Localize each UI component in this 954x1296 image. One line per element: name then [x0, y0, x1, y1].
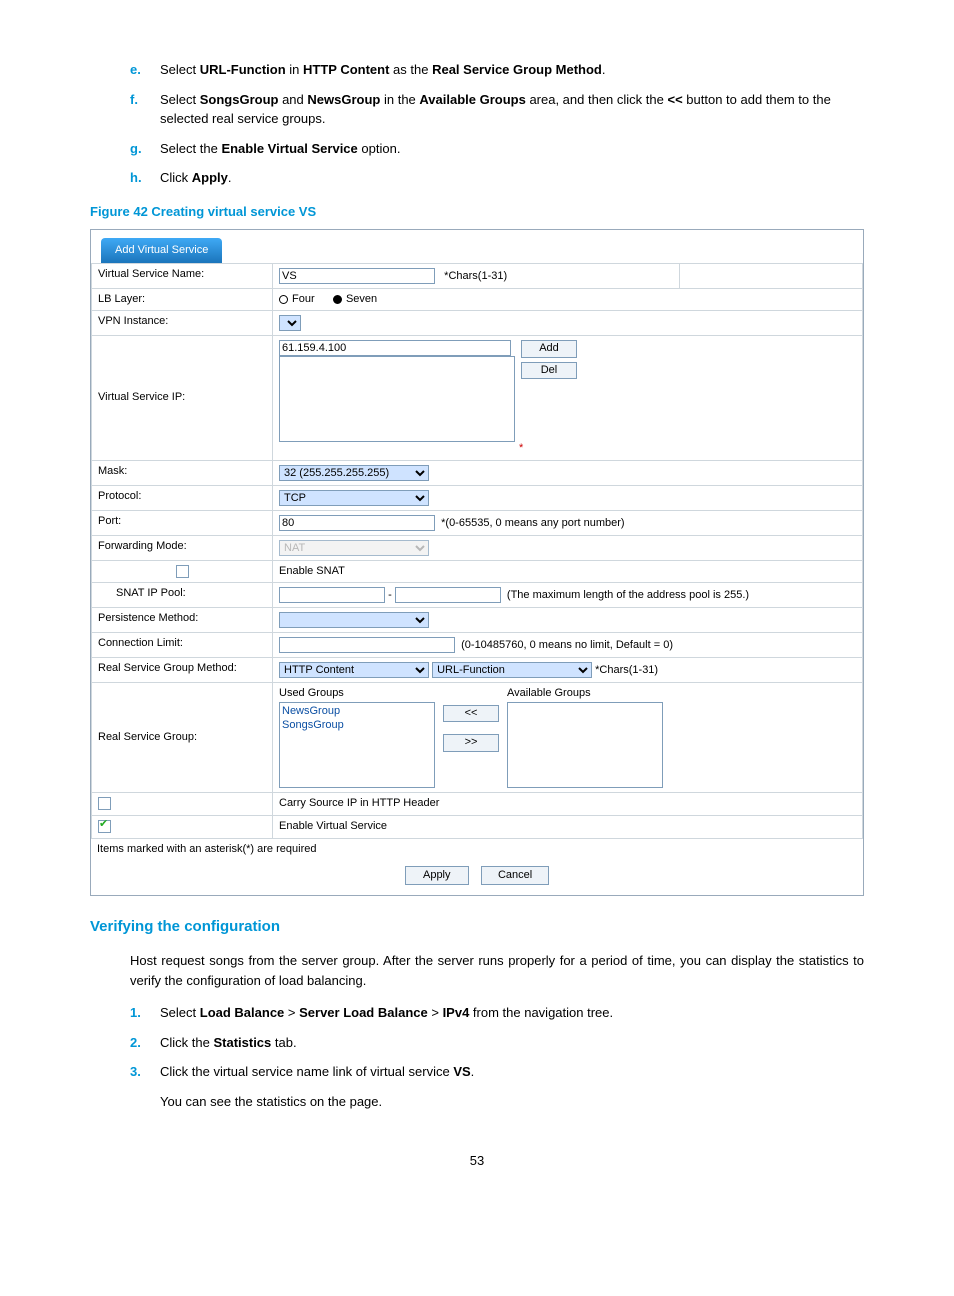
listbox-vip[interactable]: [279, 356, 515, 442]
input-connlimit[interactable]: [279, 637, 455, 653]
label-port: Port:: [92, 510, 273, 535]
checkbox-carry-source-ip[interactable]: [98, 797, 111, 810]
instruction-text: Select Load Balance > Server Load Balanc…: [160, 1003, 864, 1023]
select-persistence[interactable]: [279, 612, 429, 628]
hint-connlimit: (0-10485760, 0 means no limit, Default =…: [461, 639, 673, 651]
list-marker: f.: [130, 90, 160, 129]
del-button[interactable]: Del: [521, 362, 577, 379]
list-item[interactable]: SongsGroup: [282, 719, 432, 732]
list-marker: e.: [130, 60, 160, 80]
instruction-text: Select the Enable Virtual Service option…: [160, 139, 864, 159]
instruction-text: You can see the statistics on the page.: [160, 1092, 864, 1112]
hint-port: *(0-65535, 0 means any port number): [441, 517, 624, 529]
available-groups-header: Available Groups: [507, 687, 663, 700]
label-protocol: Protocol:: [92, 485, 273, 510]
select-protocol[interactable]: TCP: [279, 490, 429, 506]
input-port[interactable]: [279, 515, 435, 531]
label-snat-pool: SNAT IP Pool:: [92, 583, 273, 608]
list-marker: 3.: [130, 1062, 160, 1082]
input-snat-to[interactable]: [395, 587, 501, 603]
section-heading: Verifying the configuration: [90, 916, 864, 939]
list-item[interactable]: NewsGroup: [282, 705, 432, 718]
list-marker: 2.: [130, 1033, 160, 1053]
label-rsg: Real Service Group:: [92, 683, 273, 793]
instruction-list: 1. Select Load Balance > Server Load Bal…: [130, 1003, 864, 1111]
label-mask: Mask:: [92, 460, 273, 485]
radio-seven[interactable]: Seven: [333, 293, 377, 305]
instruction-text: Click the virtual service name link of v…: [160, 1062, 864, 1082]
input-vs-name[interactable]: [279, 268, 435, 284]
add-button[interactable]: Add: [521, 340, 577, 357]
required-note: Items marked with an asterisk(*) are req…: [91, 839, 863, 860]
apply-button[interactable]: Apply: [405, 866, 469, 885]
label-connlimit: Connection Limit:: [92, 633, 273, 658]
select-rsgm2[interactable]: URL-Function: [432, 662, 592, 678]
used-groups-header: Used Groups: [279, 687, 435, 700]
list-marker: g.: [130, 139, 160, 159]
tab-add-virtual-service[interactable]: Add Virtual Service: [101, 238, 222, 263]
hint-vs-name: *Chars(1-31): [444, 270, 507, 282]
label-lb-layer: LB Layer:: [92, 289, 273, 311]
paragraph: Host request songs from the server group…: [130, 951, 864, 990]
select-rsgm1[interactable]: HTTP Content: [279, 662, 429, 678]
move-left-button[interactable]: <<: [443, 705, 499, 722]
label-persistence: Persistence Method:: [92, 608, 273, 633]
select-fwd: NAT: [279, 540, 429, 556]
checkbox-enable-snat[interactable]: [176, 565, 189, 578]
radio-four[interactable]: Four: [279, 293, 315, 305]
form-panel: Add Virtual Service Virtual Service Name…: [90, 229, 864, 896]
page-number: 53: [90, 1151, 864, 1171]
input-snat-from[interactable]: [279, 587, 385, 603]
list-marker: h.: [130, 168, 160, 188]
checkbox-enable-virtual-service[interactable]: [98, 820, 111, 833]
hint-snat: (The maximum length of the address pool …: [507, 589, 749, 601]
label-carry-source-ip: Carry Source IP in HTTP Header: [273, 793, 863, 816]
select-vpn[interactable]: [279, 315, 301, 331]
instruction-text: Click the Statistics tab.: [160, 1033, 864, 1053]
input-vip[interactable]: [279, 340, 511, 356]
label-enable-virtual-service: Enable Virtual Service: [273, 815, 863, 838]
label-vpn: VPN Instance:: [92, 311, 273, 336]
instruction-text: Select URL-Function in HTTP Content as t…: [160, 60, 864, 80]
label-fwd: Forwarding Mode:: [92, 535, 273, 560]
label-enable-snat: Enable SNAT: [273, 560, 863, 583]
listbox-available-groups[interactable]: [507, 702, 663, 788]
list-marker: 1.: [130, 1003, 160, 1023]
label-rsgm: Real Service Group Method:: [92, 658, 273, 683]
move-right-button[interactable]: >>: [443, 734, 499, 751]
figure-caption: Figure 42 Creating virtual service VS: [90, 202, 864, 222]
instruction-text: Click Apply.: [160, 168, 864, 188]
cancel-button[interactable]: Cancel: [481, 866, 549, 885]
instruction-list: e. Select URL-Function in HTTP Content a…: [130, 60, 864, 188]
label-vs-name: Virtual Service Name:: [92, 264, 273, 289]
listbox-used-groups[interactable]: NewsGroup SongsGroup: [279, 702, 435, 788]
select-mask[interactable]: 32 (255.255.255.255): [279, 465, 429, 481]
hint-rsgm: *Chars(1-31): [595, 664, 658, 676]
label-vip: Virtual Service IP:: [92, 336, 273, 460]
instruction-text: Select SongsGroup and NewsGroup in the A…: [160, 90, 864, 129]
